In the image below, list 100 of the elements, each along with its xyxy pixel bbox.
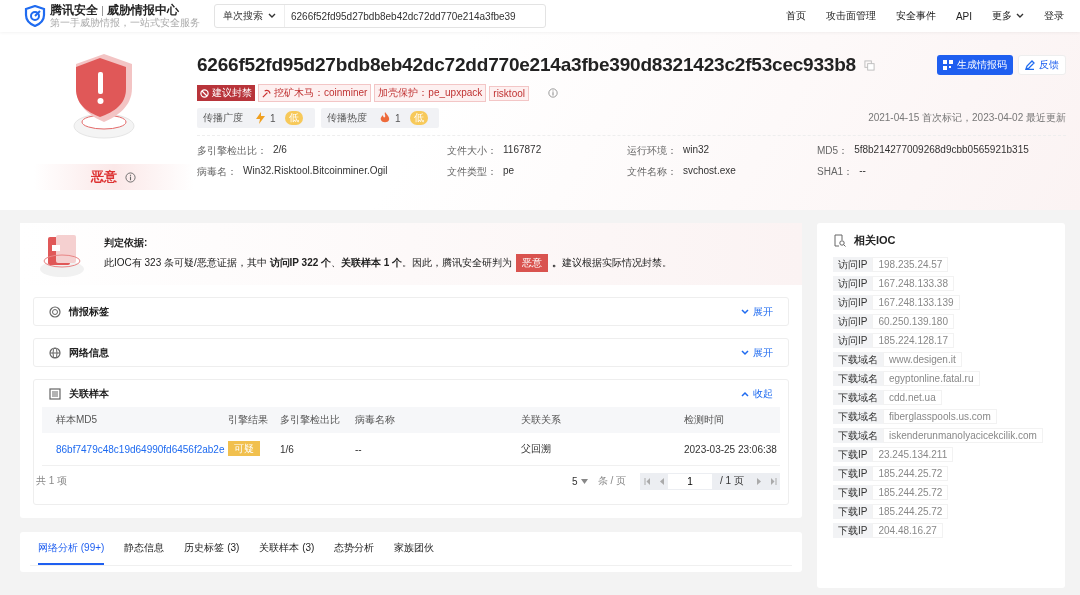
forbidden-icon (200, 88, 209, 98)
brand-name: 腾讯安全 (50, 4, 98, 17)
column-header: 引擎结果 (228, 413, 269, 427)
metric-label: 传播热度 (327, 111, 367, 125)
nav-link[interactable]: 首页 (785, 9, 806, 23)
ioc-value[interactable]: www.desigen.it (883, 352, 962, 367)
per-page-label: 条 / 页 (597, 474, 626, 488)
field-value: Win32.Risktool.Bitcoinminer.Ogil (243, 165, 388, 178)
ioc-value[interactable]: 198.235.24.57 (872, 257, 949, 272)
tag: 挖矿木马：coinminer (258, 84, 372, 102)
ioc-value[interactable]: 185.224.128.17 (872, 333, 954, 348)
section-title: 情报标签 (69, 304, 109, 319)
copy-icon[interactable] (864, 59, 875, 71)
field-value: 2/6 (273, 144, 287, 157)
verdict-label: 恶意 (91, 168, 117, 186)
tab[interactable]: 关联样本 (3) (259, 532, 315, 565)
tab[interactable]: 网络分析 (99+) (38, 532, 105, 565)
ioc-value[interactable]: fiberglasspools.us.com (883, 409, 997, 424)
tab[interactable]: 态势分析 (334, 532, 375, 565)
table-cell-text: 2023-03-25 23:06:38 (684, 443, 778, 455)
ioc-type-tag: 下载域名 (833, 352, 883, 367)
rating-badge: 低 (409, 111, 428, 125)
judgement-text: 此IOC有 323 条可疑/恶意证据，其中 访问IP 322 个、关联样本 1 个。因此，腾讯安全研判为 (104, 256, 513, 270)
tab[interactable]: 静态信息 (124, 532, 165, 565)
ioc-value[interactable]: 185.244.25.72 (872, 466, 949, 481)
mark-dates: 2021-04-15 首次标记，2023-04-02 最近更新 (868, 111, 1066, 125)
tab[interactable]: 家族团伙 (394, 532, 435, 565)
nav-link[interactable]: 更多 (992, 9, 1024, 23)
page-input[interactable]: 1 (668, 473, 712, 489)
feedback-button[interactable]: 反馈 (1018, 55, 1066, 75)
nav-link[interactable]: API (955, 9, 972, 23)
ioc-value[interactable]: 185.244.25.72 (872, 504, 949, 519)
ioc-value[interactable]: iskenderunmanolyacicekcilik.com (883, 428, 1043, 443)
metric-label: 传播广度 (203, 111, 243, 125)
info-icon[interactable] (548, 88, 558, 98)
ioc-value[interactable]: 167.248.133.139 (872, 295, 960, 310)
metric-value: 1 (395, 112, 401, 124)
ioc-value[interactable]: 204.48.16.27 (872, 523, 943, 538)
column-header: 检测时间 (684, 413, 725, 427)
ioc-type-tag: 访问IP (833, 276, 873, 291)
nav-link[interactable]: 攻击面管理 (825, 9, 876, 23)
ioc-value[interactable]: 23.245.134.211 (872, 447, 954, 462)
field-value: -- (859, 165, 866, 178)
field-value: 5f8b214277009268d9cbb0565921b315 (854, 144, 1029, 157)
ioc-type-tag: 访问IP (833, 333, 873, 348)
ioc-value[interactable]: egyptonline.fatal.ru (883, 371, 980, 386)
chevron-icon (741, 390, 749, 397)
ioc-value[interactable]: 60.250.139.180 (872, 314, 954, 329)
field-label: 运行环境： (627, 144, 677, 158)
column-header: 样本MD5 (56, 413, 99, 427)
column-header: 多引擎检出比 (280, 413, 341, 427)
ioc-value[interactable]: 185.244.25.72 (872, 485, 949, 500)
section-title: 关联样本 (69, 386, 109, 401)
field-value: pe (503, 165, 515, 178)
chevron-icon (741, 349, 749, 356)
ioc-type-tag: 访问IP (833, 314, 873, 329)
ioc-type-tag: 下载域名 (833, 390, 883, 405)
globe-icon (49, 346, 61, 359)
chevron-icon (741, 308, 749, 315)
ioc-type-tag: 下载域名 (833, 428, 883, 443)
info-icon[interactable] (125, 171, 136, 183)
ioc-value[interactable]: 167.248.133.38 (872, 276, 954, 291)
tag: risktool (489, 85, 529, 101)
toggle-link[interactable]: 展开 (741, 345, 773, 360)
total-count: 共 1 项 (36, 474, 68, 488)
toggle-link[interactable]: 收起 (741, 386, 773, 401)
field-value: win32 (683, 144, 710, 157)
table-cell-text: -- (355, 443, 363, 455)
ioc-type-tag: 下载域名 (833, 409, 883, 424)
ioc-type-tag: 访问IP (833, 295, 873, 310)
file-hash-title: 6266f52fd95d27bdb8eb42dc72dd770e214a3fbe390d8321423c2f53cec933b8 (197, 54, 856, 76)
flame-icon (380, 112, 390, 124)
tab[interactable]: 历史标签 (3) (184, 532, 240, 565)
list-icon (49, 387, 61, 400)
table-cell-text: 1/6 (280, 443, 295, 455)
nav-link[interactable]: 安全事件 (895, 9, 936, 23)
ioc-value[interactable]: cdd.net.ua (883, 390, 942, 405)
field-label: 文件大小： (447, 144, 497, 158)
tag: 建议封禁 (197, 85, 255, 101)
nav-link[interactable]: 登录 (1044, 9, 1064, 23)
search-field[interactable]: 单次搜索 6266f52fd95d27bdb8eb42dc72dd770e214a3fbe39 (214, 4, 546, 28)
column-header: 病毒名称 (355, 413, 396, 427)
result-badge: 可疑 (228, 441, 260, 456)
metric-value: 1 (270, 112, 276, 124)
shield-logo-icon (24, 5, 46, 27)
triangle-right-icon (756, 477, 762, 485)
field-label: 文件类型： (447, 165, 497, 179)
generate-code-button[interactable]: 生成情报码 (937, 55, 1013, 75)
badge-icon (49, 305, 61, 318)
section-title: 网络信息 (69, 345, 109, 360)
pencil-icon (1025, 60, 1035, 70)
first-page-icon (643, 477, 651, 485)
field-label: MD5： (817, 144, 849, 158)
ioc-type-tag: 下载IP (833, 523, 873, 538)
column-header: 关联关系 (521, 413, 562, 427)
judgement-text: 。建议根据实际情况封禁。 (552, 256, 673, 270)
page-size-dropdown[interactable]: 5 (566, 474, 594, 488)
ioc-type-tag: 访问IP (833, 257, 873, 272)
sample-md5-link[interactable]: 86bf7479c48c19d64990fd6456f2ab2e (56, 443, 228, 455)
toggle-link[interactable]: 展开 (741, 304, 773, 319)
